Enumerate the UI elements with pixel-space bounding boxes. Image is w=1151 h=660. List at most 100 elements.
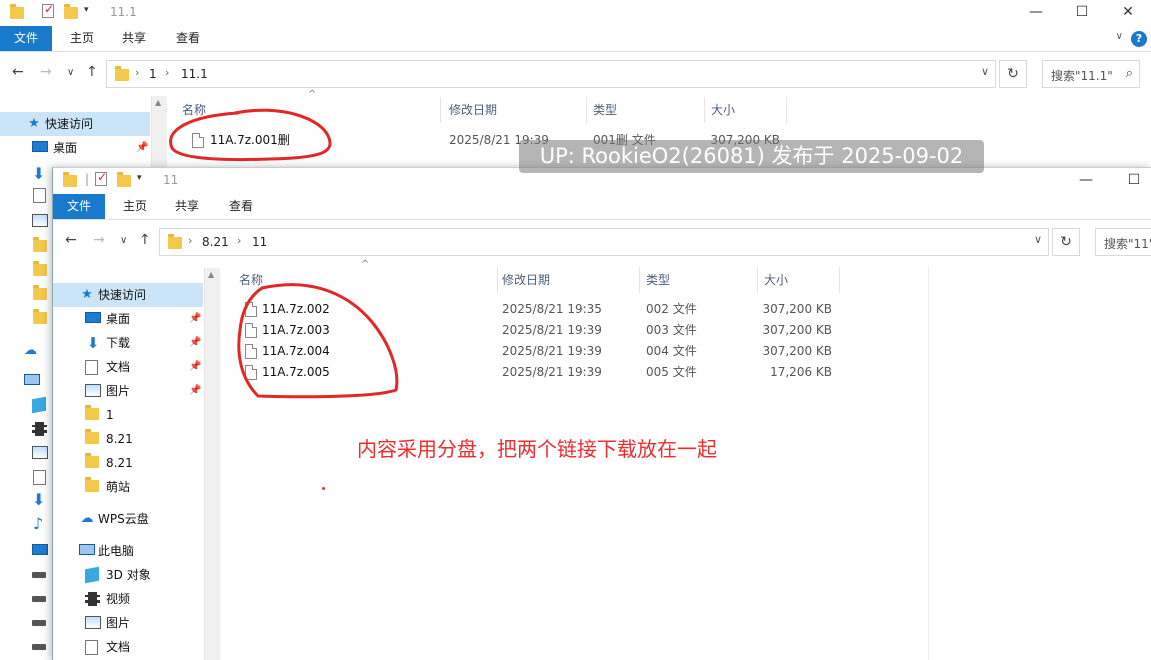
column-header-date[interactable]: 修改日期 — [443, 97, 587, 123]
address-bar[interactable]: › 1 › 11.1 ∨ — [106, 60, 996, 88]
pin-icon[interactable]: 📌 — [189, 355, 201, 379]
cube-icon — [85, 566, 101, 584]
search-input[interactable]: 搜索"11" — [1095, 228, 1151, 256]
pin-icon[interactable]: 📌 — [189, 307, 201, 331]
tab-file[interactable]: 文件 — [0, 26, 53, 51]
sidebar-item[interactable]: 文档 — [53, 635, 203, 659]
sidebar-item[interactable]: 1 — [53, 403, 203, 427]
picture-icon — [32, 214, 48, 227]
customize-qa-icon[interactable]: ▾ — [84, 5, 89, 15]
download-icon: ⬇ — [86, 334, 100, 352]
properties-icon[interactable] — [42, 2, 56, 20]
tab-home[interactable]: 主页 — [109, 194, 161, 219]
music-icon: ♪ — [33, 514, 44, 533]
folder-icon — [85, 429, 101, 446]
sidebar-item[interactable]: 此电脑 — [53, 539, 203, 563]
address-dropdown-icon[interactable]: ∨ — [1034, 233, 1042, 246]
up-arrow-icon[interactable]: ↑ — [139, 232, 151, 248]
explorer-window-front: | ▾ 11 — ☐ 文件 主页 共享 查看 ← → ∨ ↑ › 8.21 › … — [52, 167, 1151, 660]
minimize-button[interactable]: — — [1063, 168, 1109, 194]
desktop-icon — [32, 141, 48, 155]
sidebar-item[interactable]: 图片 📌 — [53, 379, 203, 403]
sidebar-item-label: 桌面 — [106, 312, 131, 326]
sidebar-item[interactable]: 视频 — [53, 587, 203, 611]
sidebar-item-label: 快速访问 — [98, 288, 147, 302]
file-date: 2025/8/21 19:39 — [502, 344, 602, 358]
sidebar-item[interactable]: 桌面 📌 — [53, 307, 203, 331]
new-folder-icon[interactable] — [64, 4, 78, 20]
breadcrumb-item[interactable]: 11.1 — [181, 67, 208, 81]
tab-share[interactable]: 共享 — [161, 194, 213, 219]
file-row[interactable]: 11A.7z.005 2025/8/21 19:39 005 文件 17,206 KB — [233, 362, 853, 383]
folder-icon — [33, 237, 47, 252]
sidebar-item[interactable]: ☁ WPS云盘 — [53, 507, 203, 531]
file-type: 002 文件 — [646, 302, 697, 316]
back-arrow-icon[interactable]: ← — [65, 232, 77, 248]
sidebar-item[interactable]: 文档 📌 — [53, 355, 203, 379]
folder-icon[interactable] — [63, 172, 77, 188]
pin-icon[interactable]: 📌 — [189, 379, 201, 403]
properties-icon[interactable] — [95, 170, 109, 188]
new-folder-icon[interactable] — [117, 172, 131, 188]
column-header-name[interactable]: 名称 — [233, 267, 498, 293]
column-header-size[interactable]: 大小 — [758, 267, 840, 293]
desktop-icon — [85, 312, 101, 326]
sidebar-item-desktop[interactable]: 桌面 📌 — [0, 136, 150, 160]
forward-arrow-icon[interactable]: → — [93, 232, 105, 248]
chevron-down-icon[interactable]: ∨ — [1116, 31, 1123, 42]
sidebar-item[interactable]: ★ 快速访问 — [53, 283, 203, 307]
refresh-button[interactable]: ↻ — [1052, 228, 1080, 256]
minimize-button[interactable]: — — [1013, 0, 1059, 26]
picture-icon — [85, 616, 101, 630]
folder-icon[interactable] — [10, 4, 24, 20]
close-button[interactable]: ✕ — [1105, 0, 1151, 26]
sidebar-item[interactable]: 萌站 — [53, 475, 203, 499]
file-row[interactable]: 11A.7z.003 2025/8/21 19:39 003 文件 307,200 K… — [233, 320, 853, 341]
file-size: 307,200 KB — [762, 323, 832, 337]
file-size: 17,206 KB — [770, 365, 832, 379]
column-header-name[interactable]: 名称 — [176, 97, 441, 123]
file-row[interactable]: 11A.7z.004 2025/8/21 19:39 004 文件 307,200 K… — [233, 341, 853, 362]
help-icon[interactable]: ? — [1131, 31, 1147, 47]
tab-file[interactable]: 文件 — [53, 194, 106, 219]
drive-icon — [32, 592, 46, 602]
file-name: 11A.7z.002 — [262, 302, 330, 316]
tab-view[interactable]: 查看 — [215, 194, 267, 219]
column-header-type[interactable]: 类型 — [640, 267, 758, 293]
sidebar-scrollbar[interactable]: ▲ — [204, 268, 220, 660]
sidebar-item[interactable]: ⬇ 下载 📌 — [53, 331, 203, 355]
maximize-button[interactable]: ☐ — [1111, 168, 1151, 194]
maximize-button[interactable]: ☐ — [1059, 0, 1105, 26]
file-row[interactable]: 11A.7z.002 2025/8/21 19:35 002 文件 307,200 K… — [233, 299, 853, 320]
column-header-type[interactable]: 类型 — [587, 97, 705, 123]
ribbon: 文件 主页 共享 查看 — [53, 194, 1151, 220]
forward-arrow-icon[interactable]: → — [40, 64, 52, 80]
tab-home[interactable]: 主页 — [56, 26, 108, 51]
sidebar-item-label: WPS云盘 — [98, 512, 149, 526]
customize-qa-icon[interactable]: ▾ — [137, 173, 142, 183]
column-header-date[interactable]: 修改日期 — [496, 267, 640, 293]
sidebar-item-quick-access[interactable]: ★ 快速访问 — [0, 112, 150, 136]
back-arrow-icon[interactable]: ← — [12, 64, 24, 80]
column-header-size[interactable]: 大小 — [705, 97, 787, 123]
address-dropdown-icon[interactable]: ∨ — [981, 65, 989, 78]
recent-dropdown-icon[interactable]: ∨ — [67, 67, 74, 78]
pin-icon[interactable]: 📌 — [136, 136, 148, 160]
address-bar[interactable]: › 8.21 › 11 ∨ — [159, 228, 1049, 256]
sidebar-item[interactable]: 3D 对象 — [53, 563, 203, 587]
breadcrumb-item[interactable]: 8.21 — [202, 235, 229, 249]
up-arrow-icon[interactable]: ↑ — [86, 64, 98, 80]
pin-icon[interactable]: 📌 — [189, 331, 201, 355]
breadcrumb-item[interactable]: 11 — [252, 235, 267, 249]
sidebar-item-label: 8.21 — [106, 432, 133, 446]
sidebar-item[interactable]: 8.21 — [53, 451, 203, 475]
sidebar-item[interactable]: 8.21 — [53, 427, 203, 451]
sidebar-item[interactable]: 图片 — [53, 611, 203, 635]
tab-share[interactable]: 共享 — [108, 26, 160, 51]
search-input[interactable]: 搜索"11.1" ⌕ — [1042, 60, 1140, 88]
file-icon — [245, 302, 257, 317]
tab-view[interactable]: 查看 — [162, 26, 214, 51]
breadcrumb-item[interactable]: 1 — [149, 67, 157, 81]
refresh-button[interactable]: ↻ — [999, 60, 1027, 88]
recent-dropdown-icon[interactable]: ∨ — [120, 235, 127, 246]
